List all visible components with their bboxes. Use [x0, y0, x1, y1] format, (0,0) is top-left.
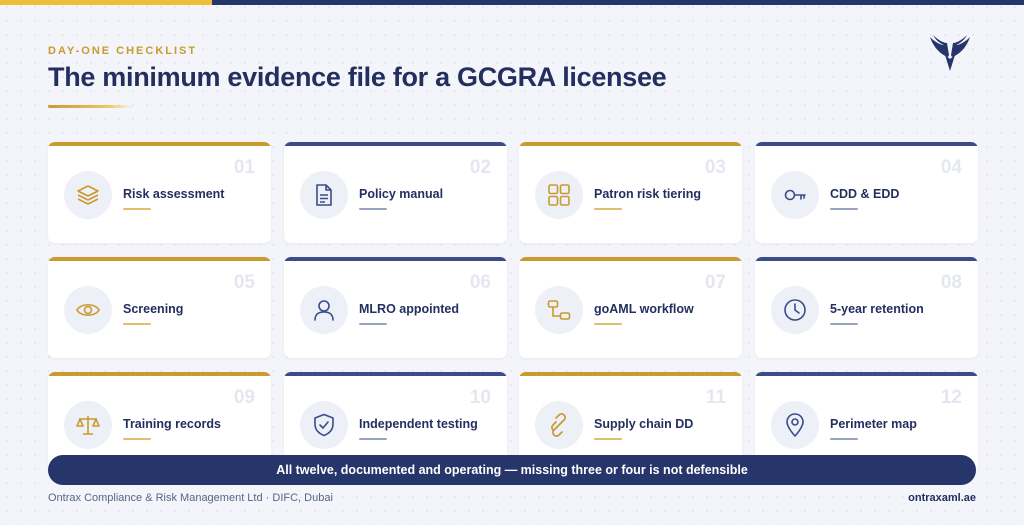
card-accent-bar [284, 372, 507, 376]
card-accent-bar [48, 142, 271, 146]
card-number: 05 [233, 272, 255, 293]
title-underline [48, 105, 134, 108]
card-accent-bar [755, 257, 978, 261]
chain-link-icon [551, 413, 566, 437]
card-icon-badge [535, 286, 583, 334]
card-icon-badge [535, 401, 583, 449]
card-accent-bar [48, 257, 271, 261]
card-number: 11 [705, 387, 726, 408]
card-label: Screening [123, 302, 184, 316]
card-icon-badge [64, 401, 112, 449]
wing-emblem-icon [930, 35, 970, 71]
footer-company: Ontrax Compliance & Risk Management Ltd … [48, 492, 333, 504]
card-accent-bar [519, 257, 742, 261]
card-label-underline [830, 323, 858, 325]
card-number: 07 [704, 272, 726, 293]
card-accent-bar [755, 372, 978, 376]
card-label-underline [594, 438, 622, 440]
card-label: MLRO appointed [359, 302, 459, 316]
footer-website-link[interactable]: ontraxaml.ae [908, 492, 976, 504]
checklist-card-5-year-retention: 08 5-year retention [755, 257, 978, 358]
card-label: Risk assessment [123, 187, 225, 201]
summary-banner-text: All twelve, documented and operating — m… [276, 463, 748, 477]
checklist-card-policy-manual: 02 Policy manual [284, 142, 507, 243]
card-number: 12 [940, 387, 962, 408]
workflow-icon [547, 300, 571, 320]
eye-icon [76, 303, 100, 317]
card-accent-bar [48, 372, 271, 376]
card-accent-bar [284, 142, 507, 146]
checklist-card-patron-risk-tiering: 03 Patron risk tiering [519, 142, 742, 243]
card-label-underline [594, 323, 622, 325]
card-icon-badge [771, 286, 819, 334]
card-label-underline [359, 438, 387, 440]
checklist-card-goaml-workflow: 07 goAML workflow [519, 257, 742, 358]
card-label: Independent testing [359, 417, 478, 431]
card-label: CDD & EDD [830, 187, 900, 201]
document-icon [316, 184, 332, 206]
user-icon [314, 300, 334, 321]
shield-check-icon [314, 413, 334, 437]
card-number: 10 [469, 387, 491, 408]
card-label: Patron risk tiering [594, 187, 701, 201]
page-title: The minimum evidence file for a GCGRA li… [48, 62, 667, 92]
card-number: 08 [940, 272, 962, 293]
key-icon [784, 189, 806, 201]
scales-icon [76, 416, 100, 435]
checklist-grid: 01 Risk assessment 02 Policy manual 03 P… [48, 142, 978, 473]
card-icon-badge [300, 286, 348, 334]
card-icon-badge [535, 171, 583, 219]
layers-icon [77, 185, 99, 205]
card-accent-bar [755, 142, 978, 146]
card-label: 5-year retention [830, 302, 924, 316]
card-accent-bar [519, 372, 742, 376]
clock-icon [784, 299, 806, 321]
kicker-label: DAY-ONE CHECKLIST [48, 45, 198, 57]
top-accent-gold [0, 0, 212, 5]
card-label-underline [359, 208, 387, 210]
checklist-card-cdd-edd: 04 CDD & EDD [755, 142, 978, 243]
card-label: Supply chain DD [594, 417, 694, 431]
card-number: 03 [704, 157, 726, 178]
card-label: goAML workflow [594, 302, 694, 316]
card-icon-badge [771, 401, 819, 449]
card-icon-badge [771, 171, 819, 219]
top-accent-bar [0, 0, 1024, 5]
map-pin-icon [786, 413, 804, 437]
card-number: 01 [233, 157, 255, 178]
card-label: Training records [123, 417, 221, 431]
top-accent-navy [212, 0, 1024, 5]
card-icon-badge [64, 171, 112, 219]
checklist-card-screening: 05 Screening [48, 257, 271, 358]
card-accent-bar [284, 257, 507, 261]
checklist-card-mlro-appointed: 06 MLRO appointed [284, 257, 507, 358]
card-label: Perimeter map [830, 417, 917, 431]
card-label-underline [123, 208, 151, 210]
card-label-underline [830, 438, 858, 440]
card-number: 02 [469, 157, 491, 178]
card-icon-badge [64, 286, 112, 334]
card-icon-badge [300, 401, 348, 449]
card-icon-badge [300, 171, 348, 219]
checklist-card-risk-assessment: 01 Risk assessment [48, 142, 271, 243]
card-label-underline [123, 323, 151, 325]
summary-banner: All twelve, documented and operating — m… [48, 455, 976, 485]
grid-icon [548, 184, 570, 206]
card-number: 04 [940, 157, 962, 178]
card-label-underline [830, 208, 858, 210]
card-label-underline [594, 208, 622, 210]
card-label-underline [359, 323, 387, 325]
card-label-underline [123, 438, 151, 440]
card-number: 09 [233, 387, 255, 408]
card-accent-bar [519, 142, 742, 146]
card-label: Policy manual [359, 187, 444, 201]
card-number: 06 [469, 272, 491, 293]
